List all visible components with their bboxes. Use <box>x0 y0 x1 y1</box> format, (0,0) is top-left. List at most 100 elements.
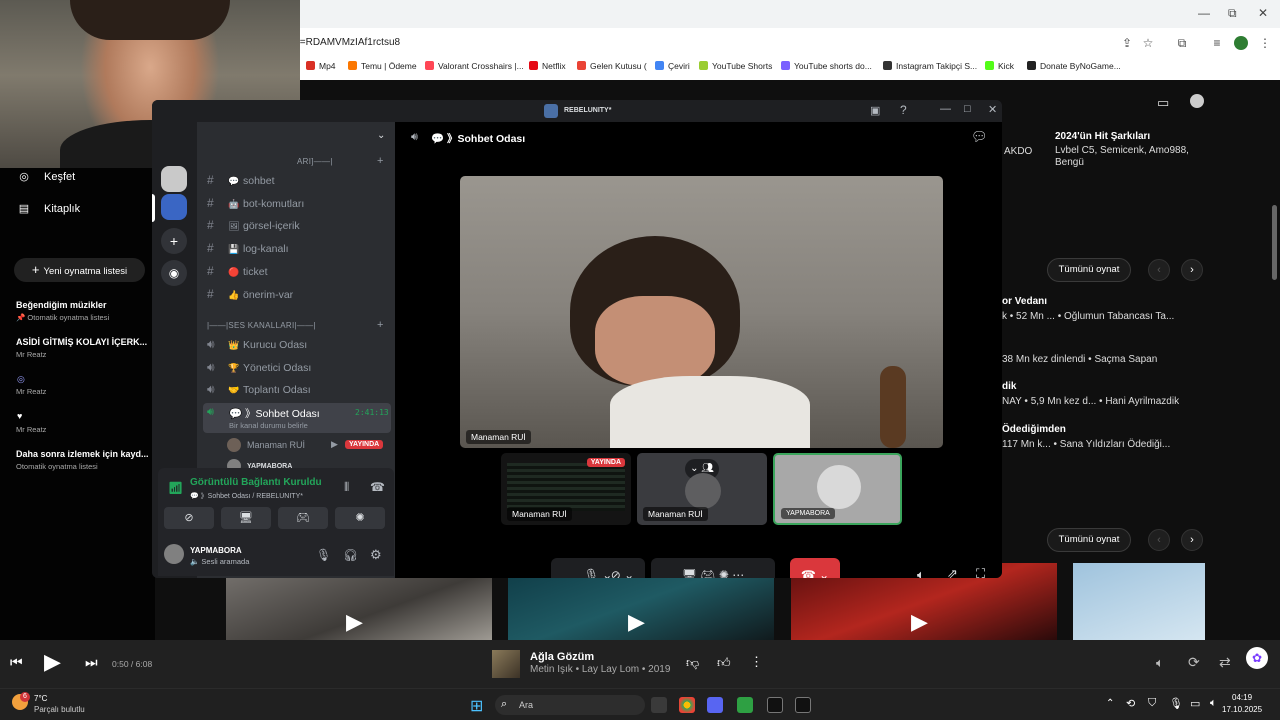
help-icon[interactable]: ? <box>900 103 907 117</box>
nav-library[interactable]: ▤ Kitaplık <box>16 202 80 215</box>
headphones-icon[interactable]: 🎧︎ <box>343 548 358 562</box>
next-track-icon[interactable]: ⏭ <box>85 654 98 671</box>
mic-icon[interactable]: 🎙︎ <box>316 548 331 562</box>
next-arrow-icon-2[interactable]: › <box>1181 529 1203 551</box>
bookmark-5[interactable]: Çeviri <box>655 61 690 71</box>
text-channel-ticket[interactable]: # 🔴 ticket <box>207 264 268 278</box>
reading-list-icon[interactable]: ≡ <box>1210 36 1224 50</box>
tray-chevron-icon[interactable]: ⌃ <box>1106 698 1114 709</box>
like-icon[interactable]: 👍︎ <box>717 655 731 671</box>
bookmark-1[interactable]: Temu | Ödeme <box>348 61 417 71</box>
mic-tray-icon[interactable]: 🎙︎ <box>1169 697 1183 710</box>
maximize-button[interactable]: ⧉ <box>1228 6 1237 21</box>
add-voice-channel-icon[interactable]: + <box>377 319 383 331</box>
close-window-button[interactable]: ✕ <box>1258 6 1268 20</box>
prev-arrow-icon-2[interactable]: ‹ <box>1148 529 1170 551</box>
bookmark-9[interactable]: Kick <box>985 61 1014 71</box>
chrome-icon[interactable] <box>679 697 695 713</box>
volume-icon[interactable]: 🔈︎ <box>917 567 925 578</box>
url-text[interactable]: t=RDAMVMzIAf1rctsu8 <box>297 37 400 48</box>
bookmark-star-icon[interactable]: ☆ <box>1141 36 1155 50</box>
profile-avatar[interactable] <box>1234 36 1248 50</box>
voice-channel-1[interactable]: 🔊︎ 🏆 Yönetici Odası <box>207 360 311 375</box>
song-title[interactable]: Ağla Gözüm <box>530 651 594 663</box>
video-thumbnail-4[interactable] <box>1073 563 1205 640</box>
previous-track-icon[interactable]: ⏮ <box>10 654 23 671</box>
soundboard-button[interactable]: ✺ <box>335 507 385 529</box>
disconnect-icon[interactable]: ☎︎ <box>370 480 385 494</box>
tile-self[interactable]: YAPMABORA <box>773 453 902 525</box>
chat-bubble-icon[interactable]: 💬︎ <box>971 129 988 145</box>
playlist-5-title[interactable]: Daha sonra izlemek için kayd... <box>16 449 149 459</box>
taskbar-search[interactable]: ⌕ Ara <box>495 695 645 715</box>
discord-close-button[interactable]: ✕ <box>988 103 997 116</box>
play-icon[interactable]: ▶ <box>44 649 61 675</box>
bookmark-4[interactable]: Gelen Kutusu ( <box>577 61 647 71</box>
app-icon[interactable] <box>737 697 753 713</box>
task-view-icon[interactable] <box>651 697 667 713</box>
bookmark-7[interactable]: YouTube shorts do... <box>781 61 872 71</box>
ytm-avatar[interactable] <box>1190 94 1204 108</box>
song-meta[interactable]: Metin Işık • Lay Lay Lom • 2019 <box>530 664 670 675</box>
connection-channel[interactable]: 💬 》Sohbet Odası / REBELUNITY* <box>190 491 303 501</box>
next-arrow-icon[interactable]: › <box>1181 259 1203 281</box>
bookmark-2[interactable]: Valorant Crosshairs |... <box>425 61 524 71</box>
install-app-icon[interactable]: ⇪ <box>1120 36 1134 50</box>
text-channel-sohbet[interactable]: # 💬 sohbet <box>207 173 275 187</box>
leave-call-button[interactable]: ☎︎ ⌄ <box>790 558 840 578</box>
activities-button[interactable]: 🎮︎ <box>278 507 328 529</box>
add-server-icon[interactable]: + <box>161 228 187 254</box>
bookmark-8[interactable]: Instagram Takipçi S... <box>883 61 977 71</box>
menu-icon[interactable]: ⋮ <box>1258 36 1272 50</box>
server-dropdown-icon[interactable]: ⌄ <box>377 130 385 141</box>
screen-share-button[interactable]: 🖥︎ <box>221 507 271 529</box>
page-scrollbar[interactable] <box>1272 205 1277 280</box>
discord-maximize-button[interactable]: □ <box>964 103 971 115</box>
text-channel-log-kanalı[interactable]: # 💾 log-kanalı <box>207 241 289 255</box>
hit-playlist-title[interactable]: 2024'ün Hit Şarkıları <box>1055 131 1150 142</box>
channel-status-prompt[interactable]: Bir kanal durumu belirle <box>229 421 308 430</box>
discover-icon[interactable]: ◉ <box>161 260 187 286</box>
new-playlist-button[interactable]: + Yeni oynatma listesi <box>14 258 145 282</box>
voice-category[interactable]: |——|SES KANALLARI|——| <box>207 321 316 330</box>
song-row-4-title[interactable]: Ödediğimden <box>1002 424 1066 435</box>
network-icon[interactable]: ▭ <box>1190 697 1200 710</box>
album-art[interactable] <box>492 650 520 678</box>
fullscreen-icon[interactable]: ⛶ <box>976 566 985 578</box>
user-avatar[interactable] <box>164 544 184 564</box>
dislike-icon[interactable]: 👎︎ <box>686 655 699 671</box>
popout-icon[interactable]: ⇗ <box>947 566 958 578</box>
toggle-video-button[interactable]: ⊘ <box>164 507 214 529</box>
discord-icon[interactable] <box>707 697 723 713</box>
settings-gear-icon[interactable]: ⚙ <box>370 547 382 563</box>
steam-icon[interactable] <box>767 697 783 713</box>
playlist-1-title[interactable]: Beğendiğim müzikler <box>16 300 107 310</box>
text-channel-görsel-içerik[interactable]: # 🖼 görsel-içerik <box>207 218 300 232</box>
volume-icon[interactable]: 🔈︎ <box>1156 655 1164 671</box>
voice-channel-2[interactable]: 🔊︎ 🤝 Toplantı Odası <box>207 382 311 397</box>
text-category[interactable]: ARI]——| <box>297 157 333 166</box>
song-row-1-title[interactable]: or Vedanı <box>1002 296 1047 307</box>
epic-games-icon[interactable] <box>795 697 811 713</box>
noise-icon[interactable]: ⦀ <box>344 480 349 495</box>
text-channel-bot-komutları[interactable]: # 🤖 bot-komutları <box>207 196 304 210</box>
bookmark-6[interactable]: YouTube Shorts <box>699 61 772 71</box>
security-icon[interactable]: ⛉ <box>1148 697 1156 710</box>
server-avatar-active[interactable] <box>161 194 187 220</box>
clock-time[interactable]: 04:19 <box>1232 693 1252 702</box>
signal-icon[interactable]: 📶︎ <box>168 481 183 495</box>
text-channel-önerim-var[interactable]: # 👍 önerim-var <box>207 287 293 301</box>
play-all-button[interactable]: Tümünü oynat <box>1047 258 1131 282</box>
bookmark-3[interactable]: Netflix <box>529 61 566 71</box>
sync-icon[interactable]: ⟲ <box>1126 697 1135 710</box>
clock-date[interactable]: 17.10.2025 <box>1222 705 1262 714</box>
active-voice-channel[interactable]: 🔊︎ 💬 》Sohbet Odası 2:41:13 Bir kanal dur… <box>203 403 391 433</box>
server-avatar-1[interactable] <box>161 166 187 192</box>
tile-screen-share[interactable]: YAYINDA Manaman RUİ <box>501 453 631 525</box>
member-row-1[interactable]: Manaman RUİ ▶ YAYINDA <box>227 438 391 454</box>
activity-controls[interactable]: 🖥︎ 🎮︎ ✺ ⋯ <box>651 558 775 578</box>
user-name[interactable]: YAPMABORA <box>190 546 242 555</box>
shuffle-icon[interactable]: ⇄ <box>1219 654 1231 671</box>
play-all-button-2[interactable]: Tümünü oynat <box>1047 528 1131 552</box>
minimize-button[interactable]: — <box>1198 6 1210 20</box>
